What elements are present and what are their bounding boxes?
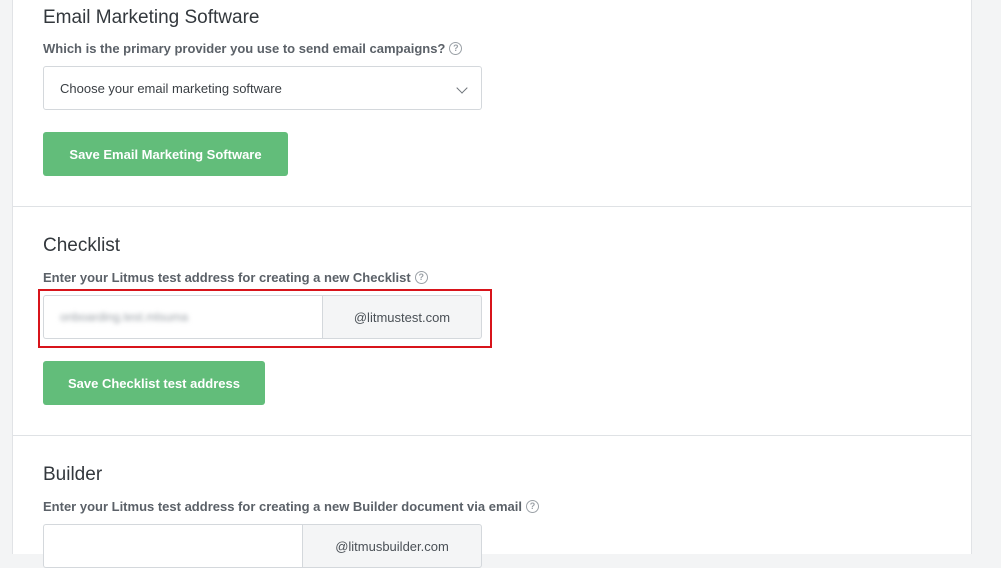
email-software-select[interactable]: Choose your email marketing software [43, 66, 482, 110]
help-icon[interactable]: ? [414, 271, 428, 284]
builder-question: Enter your Litmus test address for creat… [43, 499, 539, 514]
checklist-domain-suffix: @litmustest.com [322, 295, 482, 339]
email-marketing-title: Email Marketing Software [43, 7, 260, 28]
settings-panel: Email Marketing Software Which is the pr… [12, 0, 972, 568]
checklist-question: Enter your Litmus test address for creat… [43, 270, 428, 285]
email-marketing-question-text: Which is the primary provider you use to… [43, 41, 446, 56]
email-marketing-section: Email Marketing Software Which is the pr… [13, 0, 971, 206]
checklist-address-value: onboarding.test.mlsuma [60, 310, 189, 324]
builder-address-input[interactable] [43, 524, 302, 568]
save-email-software-button[interactable]: Save Email Marketing Software [43, 132, 288, 176]
builder-address-group: @litmusbuilder.com [43, 524, 482, 568]
builder-title: Builder [43, 464, 103, 485]
checklist-title: Checklist [43, 235, 121, 256]
checklist-question-text: Enter your Litmus test address for creat… [43, 270, 411, 285]
help-icon[interactable]: ? [449, 42, 463, 55]
builder-section: Builder Enter your Litmus test address f… [13, 436, 971, 568]
save-checklist-address-button[interactable]: Save Checklist test address [43, 361, 265, 405]
chevron-down-icon [456, 82, 468, 94]
builder-domain-suffix: @litmusbuilder.com [302, 524, 482, 568]
email-marketing-question: Which is the primary provider you use to… [43, 41, 463, 56]
checklist-address-group: onboarding.test.mlsuma @litmustest.com [43, 295, 482, 339]
checklist-section: Checklist Enter your Litmus test address… [13, 207, 971, 435]
checklist-address-input[interactable]: onboarding.test.mlsuma [43, 295, 322, 339]
help-icon[interactable]: ? [525, 500, 539, 513]
email-software-select-value: Choose your email marketing software [60, 80, 282, 96]
builder-question-text: Enter your Litmus test address for creat… [43, 499, 522, 514]
